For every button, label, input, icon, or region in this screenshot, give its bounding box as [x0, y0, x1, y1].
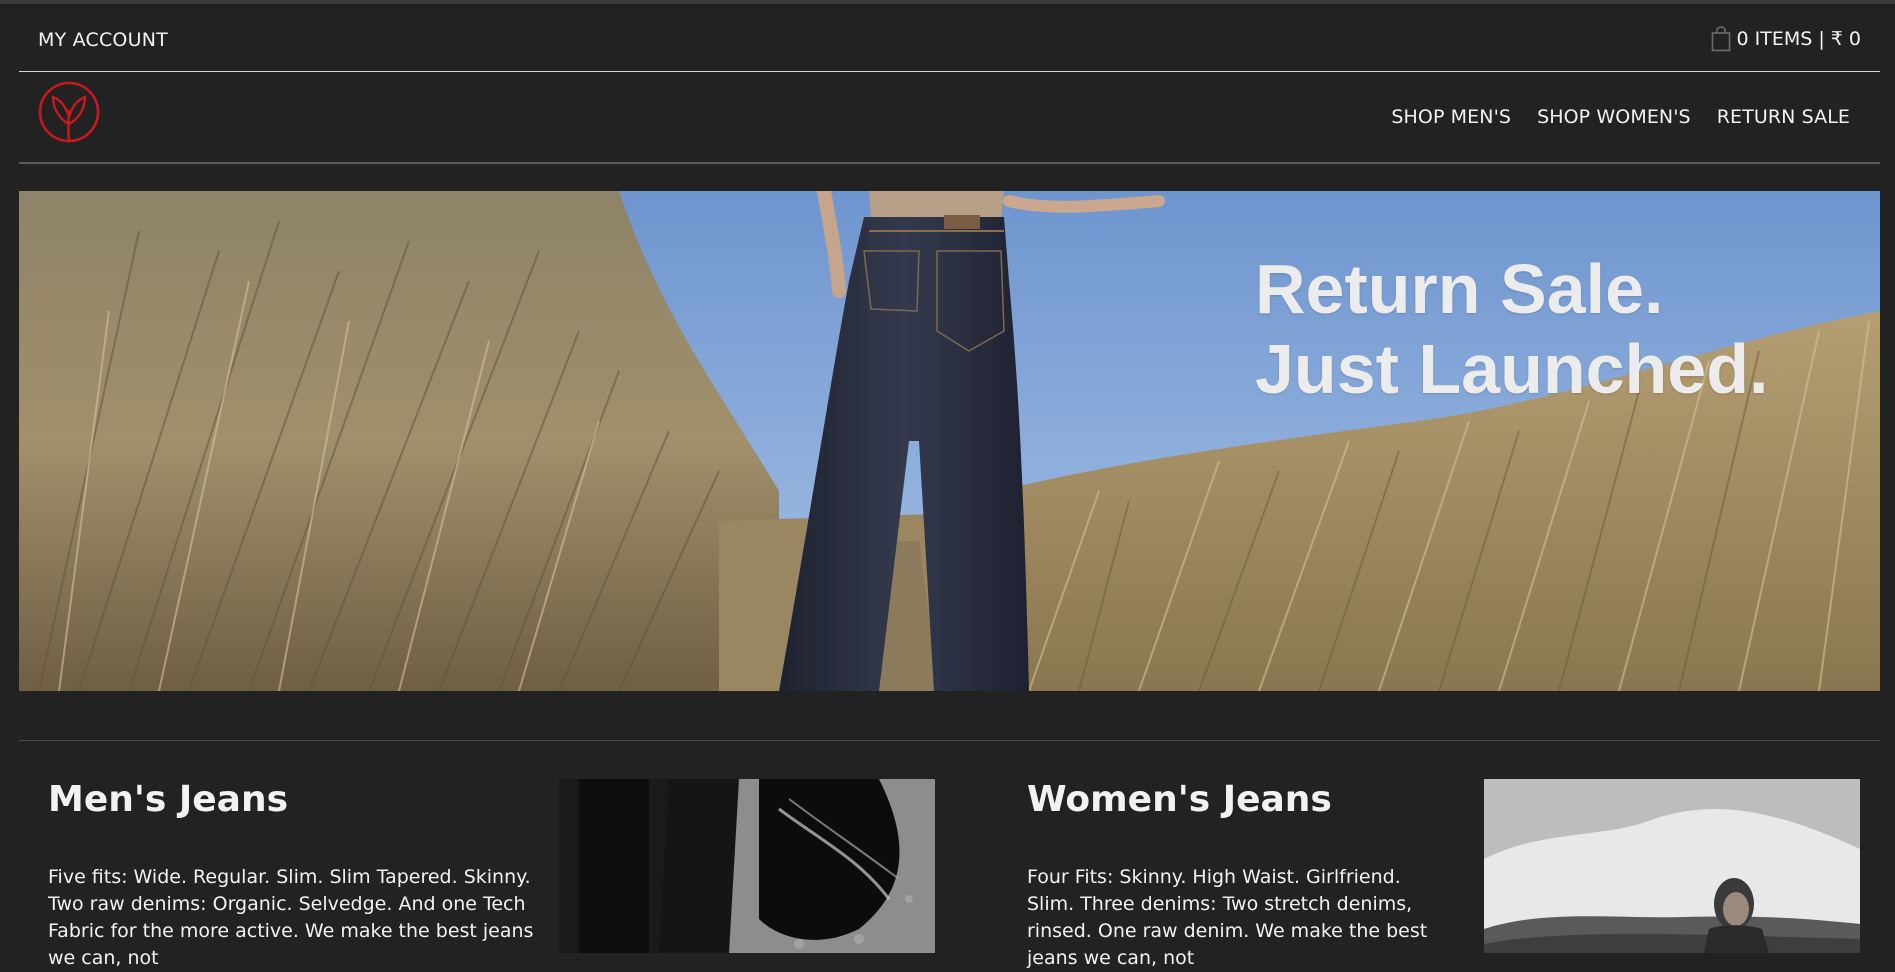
mens-jeans-description: Five fits: Wide. Regular. Slim. Slim Tap…	[48, 866, 534, 969]
nav-return-sale[interactable]: RETURN SALE	[1717, 106, 1850, 128]
my-account-link[interactable]: MY ACCOUNT	[38, 29, 168, 51]
utility-bar: MY ACCOUNT 0 ITEMS | ₹ 0	[19, 4, 1880, 72]
nav-shop-mens[interactable]: SHOP MEN'S	[1391, 106, 1511, 128]
hero-headline-line1: Return Sale.	[1255, 250, 1664, 328]
shopping-bag-icon	[1711, 26, 1730, 52]
mens-jeans-photo	[559, 779, 935, 953]
nav-shop-womens[interactable]: SHOP WOMEN'S	[1537, 106, 1691, 128]
hero-headline-line2: Just Launched.	[1255, 330, 1769, 408]
section-divider	[19, 740, 1880, 741]
mens-jeans-image[interactable]	[559, 779, 935, 953]
brand-logo[interactable]	[37, 80, 101, 146]
mens-jeans-section: Men's Jeans Five fits: Wide. Regular. Sl…	[48, 779, 548, 972]
hero-headline: Return Sale. Just Launched.	[1255, 249, 1768, 409]
cart-label: 0 ITEMS | ₹ 0	[1736, 28, 1862, 50]
mens-jeans-title[interactable]: Men's Jeans	[48, 779, 548, 820]
womens-jeans-photo	[1484, 779, 1860, 953]
womens-jeans-section: Women's Jeans Four Fits: Skinny. High Wa…	[1027, 779, 1447, 972]
womens-jeans-title[interactable]: Women's Jeans	[1027, 779, 1447, 820]
cart-summary[interactable]: 0 ITEMS | ₹ 0	[1711, 26, 1862, 52]
womens-jeans-image[interactable]	[1484, 779, 1860, 953]
womens-jeans-description: Four Fits: Skinny. High Waist. Girlfrien…	[1027, 866, 1428, 969]
hero-banner[interactable]: Return Sale. Just Launched.	[19, 191, 1880, 691]
main-nav: SHOP MEN'S SHOP WOMEN'S RETURN SALE	[19, 72, 1880, 164]
